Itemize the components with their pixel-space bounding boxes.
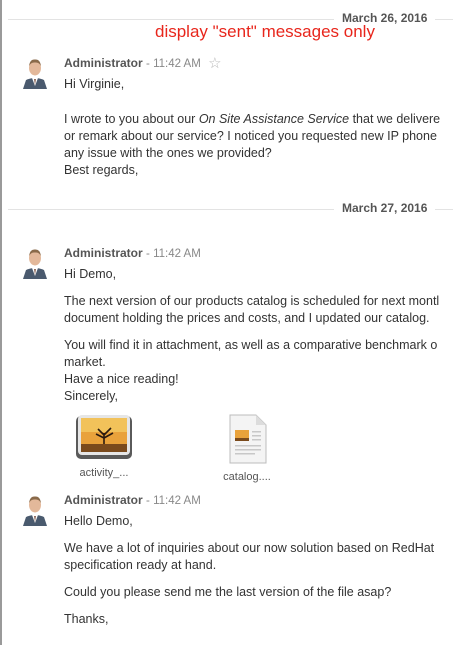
message-header: Administrator - 11:42 AM [64,492,453,508]
avatar[interactable] [18,245,52,279]
paragraph-line: I wrote to you about our On Site Assista… [64,111,453,128]
paragraph-line: You will find it in attachment, as well … [64,338,438,352]
message-body: Administrator - 11:42 AM Hi Demo, The ne… [64,245,453,493]
attachment-item[interactable]: catalog.... [207,413,287,483]
timestamp: - 11:42 AM [146,58,201,70]
message-body: Administrator - 11:42 AM ☆ Hi Virginie, … [64,55,453,179]
author-name[interactable]: Administrator [64,493,143,507]
greeting: Hi Virginie, [64,77,125,91]
date-label: March 26, 2016 [334,11,436,25]
paragraph-line: Sincerely, [64,389,118,403]
attachment-list: activity_... catalog.... [64,413,453,493]
date-separator: March 26, 2016 [2,10,453,30]
paragraph-line: or remark about our service? I noticed y… [64,129,437,143]
paragraph-line: document holding the prices and costs, a… [64,311,430,325]
left-panel-border [0,0,2,645]
message-paragraph: I wrote to you about our On Site Assista… [64,111,453,179]
time-text: 11:42 AM [153,248,201,260]
document-file-icon [229,414,267,464]
star-icon[interactable]: ☆ [208,55,221,72]
author-name[interactable]: Administrator [64,56,143,70]
attachment-name[interactable]: catalog.... [207,471,287,483]
date-label: March 27, 2016 [334,201,436,215]
message-paragraph: Could you please send me the last versio… [64,584,453,601]
italic-text: On Site Assistance Service [198,112,350,126]
greeting: Hello Demo, [64,514,133,528]
attachment-item[interactable]: activity_... [64,413,144,479]
paragraph-line: Have a nice reading! [64,372,179,386]
text-run: that we delivere [349,112,441,126]
paragraph-line: Could you please send me the last versio… [64,585,392,599]
timestamp: - 11:42 AM [146,248,201,260]
paragraph-line: market. [64,355,106,369]
paragraph-line: The next version of our products catalog… [64,294,440,308]
message-paragraph: You will find it in attachment, as well … [64,337,453,405]
message-paragraph: The next version of our products catalog… [64,293,453,327]
message-header: Administrator - 11:42 AM ☆ [64,55,453,72]
paragraph-line: Best regards, [64,163,139,177]
avatar[interactable] [18,492,52,526]
author-name[interactable]: Administrator [64,246,143,260]
greeting: Hi Demo, [64,267,117,281]
paragraph-line: We have a lot of inquiries about our now… [64,541,435,555]
message-paragraph: We have a lot of inquiries about our now… [64,540,453,574]
paragraph-line: any issue with the ones we provided? [64,146,272,160]
message-header: Administrator - 11:42 AM [64,245,453,261]
date-separator: March 27, 2016 [2,200,453,220]
attachment-name[interactable]: activity_... [64,467,144,479]
time-text: 11:42 AM [153,495,201,507]
avatar[interactable] [18,55,52,89]
message-paragraph: Thanks, [64,611,453,628]
message-body: Administrator - 11:42 AM Hello Demo, We … [64,492,453,628]
text-run: I wrote to you about our [64,112,199,126]
avatar-image [18,492,52,526]
time-text: 11:42 AM [153,58,201,70]
image-file-icon [76,415,132,459]
avatar-image [18,55,52,89]
paragraph-line: Thanks, [64,612,109,626]
avatar-image [18,245,52,279]
timestamp: - 11:42 AM [146,495,201,507]
paragraph-line: specification ready at hand. [64,558,217,572]
